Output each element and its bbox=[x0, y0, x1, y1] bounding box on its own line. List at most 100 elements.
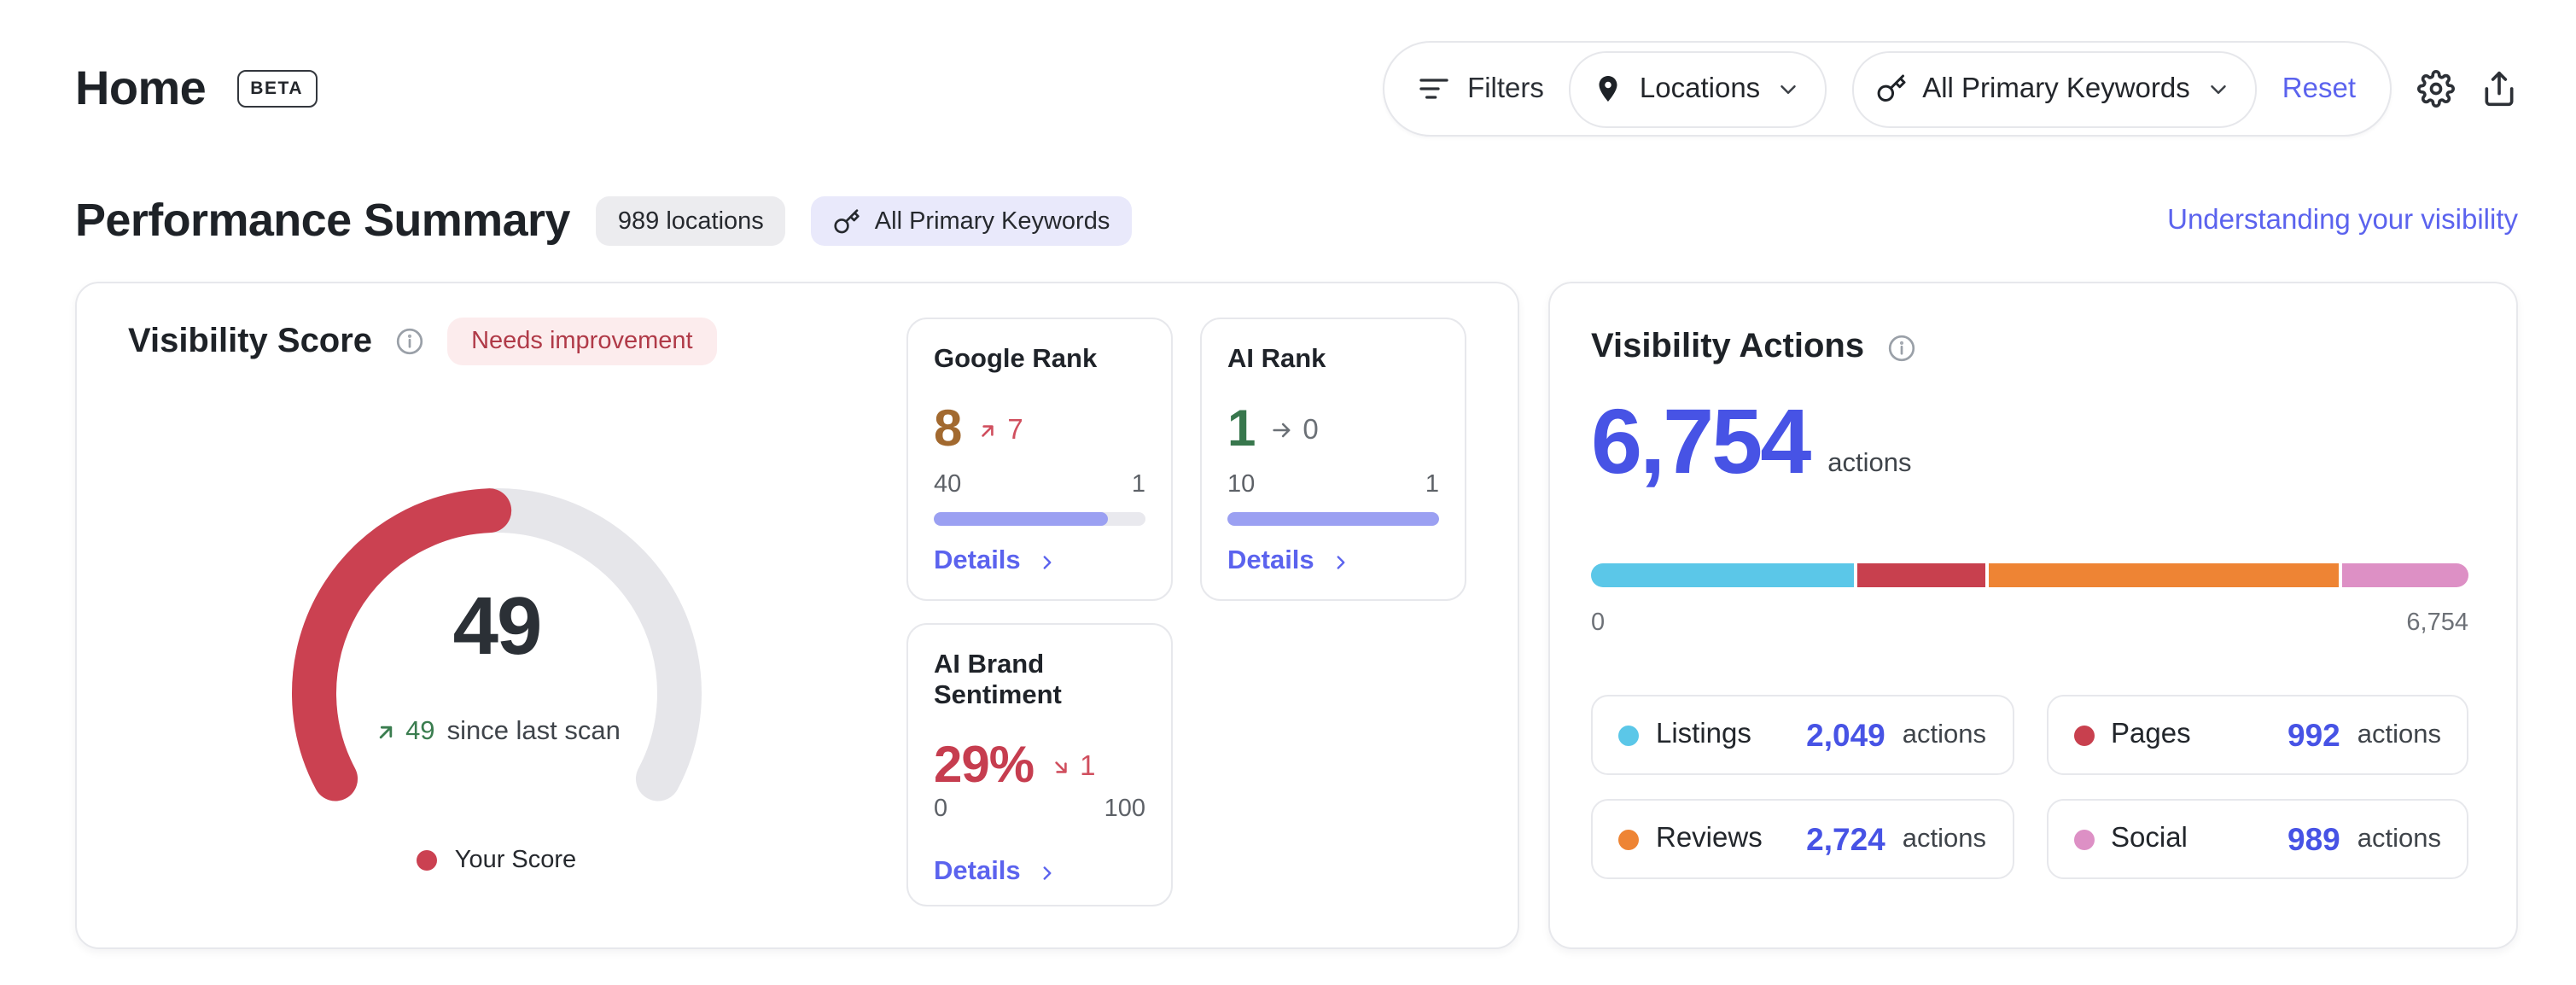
dashboard: Home BETA Filters Locations bbox=[0, 0, 2576, 985]
social-label: Social bbox=[2111, 823, 2188, 855]
listings-dot bbox=[1618, 725, 1639, 745]
reviews-unit: actions bbox=[1903, 824, 1986, 854]
pages-label: Pages bbox=[2111, 719, 2191, 751]
scale-end: 1 bbox=[1132, 471, 1145, 498]
trend-down-icon bbox=[1049, 755, 1071, 778]
trend-flat-icon bbox=[1270, 418, 1294, 442]
visibility-score-gauge: 49 49 since last scan bbox=[275, 475, 719, 826]
ai-brand-sentiment-title: AI Brand Sentiment bbox=[934, 650, 1145, 712]
gear-icon bbox=[2417, 70, 2455, 108]
ai-rank-title: AI Rank bbox=[1227, 345, 1439, 376]
scale-start: 0 bbox=[934, 796, 947, 823]
chevron-down-icon bbox=[1775, 76, 1801, 102]
toolbar: Filters Locations All Primary Keywords bbox=[1382, 41, 2518, 137]
top-bar: Home BETA Filters Locations bbox=[75, 0, 2518, 137]
chevron-right-icon bbox=[1330, 551, 1352, 573]
ai-brand-sentiment-details-link[interactable]: Details bbox=[934, 857, 1145, 888]
key-icon bbox=[834, 207, 861, 235]
ai-brand-sentiment-card: AI Brand Sentiment 29% 1 0 100 bbox=[906, 623, 1173, 906]
ai-rank-progress bbox=[1227, 512, 1439, 526]
listings-unit: actions bbox=[1903, 720, 1986, 750]
keywords-dropdown[interactable]: All Primary Keywords bbox=[1852, 50, 2257, 127]
settings-button[interactable] bbox=[2417, 70, 2455, 108]
summary-header: Performance Summary 989 locations All Pr… bbox=[75, 195, 2518, 248]
bar-segment-reviews bbox=[1988, 563, 2338, 587]
score-delta-value: 49 bbox=[405, 717, 435, 748]
filters-label: Filters bbox=[1467, 73, 1544, 105]
ai-brand-sentiment-delta: 1 bbox=[1080, 750, 1095, 783]
visibility-score-title: Visibility Score bbox=[128, 322, 372, 361]
google-rank-delta: 7 bbox=[1007, 414, 1023, 446]
key-icon bbox=[1876, 73, 1907, 104]
details-label: Details bbox=[934, 546, 1021, 577]
total-actions-unit: actions bbox=[1827, 449, 1911, 488]
google-rank-details-link[interactable]: Details bbox=[934, 546, 1145, 577]
info-icon[interactable] bbox=[1886, 332, 1917, 363]
score-delta: 49 since last scan bbox=[275, 717, 719, 748]
pages-unit: actions bbox=[2357, 720, 2441, 750]
pages-value: 992 bbox=[2288, 716, 2340, 754]
listings-tile: Listings 2,049 actions bbox=[1591, 695, 2014, 775]
your-score-dot bbox=[417, 850, 438, 871]
keywords-label: All Primary Keywords bbox=[1922, 73, 2190, 105]
status-badge: Needs improvement bbox=[447, 318, 717, 365]
reset-button[interactable]: Reset bbox=[2282, 73, 2356, 105]
social-tile: Social 989 actions bbox=[2046, 799, 2468, 879]
gauge-legend: Your Score bbox=[128, 847, 865, 874]
cards-row: Visibility Score Needs improvement 49 bbox=[75, 282, 2518, 949]
trend-up-icon bbox=[373, 720, 397, 744]
metrics-grid: Google Rank 8 7 40 1 bbox=[906, 318, 1466, 906]
axis-start-label: 0 bbox=[1591, 609, 1605, 637]
filter-toolbar: Filters Locations All Primary Keywords bbox=[1382, 41, 2392, 137]
bar-segment-pages bbox=[1857, 563, 1984, 587]
ai-rank-details-link[interactable]: Details bbox=[1227, 546, 1439, 577]
export-button[interactable] bbox=[2480, 70, 2518, 108]
bar-segment-listings bbox=[1591, 563, 1854, 587]
understanding-visibility-link[interactable]: Understanding your visibility bbox=[2167, 205, 2518, 237]
ai-brand-sentiment-value: 29% bbox=[934, 737, 1034, 796]
ai-rank-value: 1 bbox=[1227, 401, 1255, 459]
reviews-tile: Reviews 2,724 actions bbox=[1591, 799, 2014, 879]
score-value: 49 bbox=[275, 580, 719, 674]
filters-button[interactable]: Filters bbox=[1416, 72, 1544, 106]
chevron-right-icon bbox=[1036, 861, 1058, 883]
info-icon[interactable] bbox=[394, 326, 425, 357]
scale-start: 10 bbox=[1227, 471, 1255, 498]
ai-rank-card: AI Rank 1 0 10 1 bbox=[1200, 318, 1466, 601]
locations-dropdown[interactable]: Locations bbox=[1570, 50, 1827, 127]
locations-count-badge: 989 locations bbox=[596, 196, 786, 246]
total-actions-value: 6,754 bbox=[1591, 396, 1809, 488]
score-delta-note: since last scan bbox=[447, 717, 621, 748]
details-label: Details bbox=[1227, 546, 1314, 577]
chevron-down-icon bbox=[2206, 76, 2231, 102]
beta-badge: BETA bbox=[236, 70, 317, 108]
keywords-badge: All Primary Keywords bbox=[812, 196, 1133, 246]
visibility-actions-title: Visibility Actions bbox=[1591, 328, 1864, 367]
gauge-panel: Visibility Score Needs improvement 49 bbox=[128, 318, 865, 906]
social-unit: actions bbox=[2357, 824, 2441, 854]
keywords-badge-label: All Primary Keywords bbox=[875, 207, 1110, 235]
listings-value: 2,049 bbox=[1806, 716, 1885, 754]
page-title: Home bbox=[75, 61, 206, 116]
your-score-label: Your Score bbox=[455, 847, 576, 874]
share-upload-icon bbox=[2480, 70, 2518, 108]
pages-tile: Pages 992 actions bbox=[2046, 695, 2468, 775]
social-value: 989 bbox=[2288, 820, 2340, 858]
google-rank-card: Google Rank 8 7 40 1 bbox=[906, 318, 1173, 601]
map-pin-icon bbox=[1594, 73, 1624, 104]
page-heading: Home BETA bbox=[75, 61, 317, 116]
pages-dot bbox=[2073, 725, 2094, 745]
actions-stacked-bar bbox=[1591, 563, 2468, 587]
details-label: Details bbox=[934, 857, 1021, 888]
trend-up-icon bbox=[976, 419, 999, 441]
filter-lines-icon bbox=[1416, 72, 1450, 106]
reviews-dot bbox=[1618, 829, 1639, 849]
chevron-right-icon bbox=[1036, 551, 1058, 573]
listings-label: Listings bbox=[1656, 719, 1751, 751]
scale-end: 100 bbox=[1104, 796, 1145, 823]
ai-rank-delta: 0 bbox=[1303, 414, 1318, 446]
locations-label: Locations bbox=[1640, 73, 1760, 105]
visibility-actions-card: Visibility Actions 6,754 actions 0 6,754… bbox=[1548, 282, 2518, 949]
reviews-label: Reviews bbox=[1656, 823, 1763, 855]
scale-start: 40 bbox=[934, 471, 961, 498]
